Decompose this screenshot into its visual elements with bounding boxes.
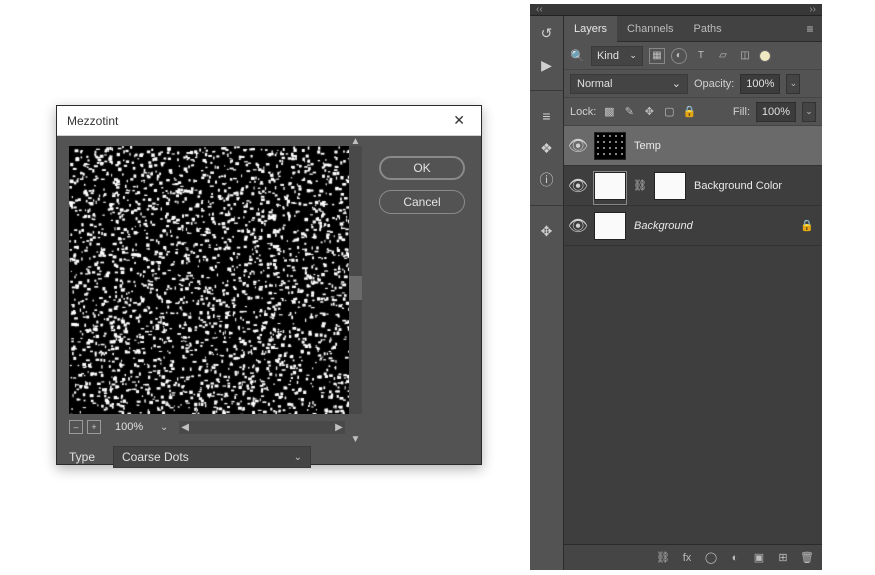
delete-layer-icon[interactable]: 🗑 <box>800 551 814 565</box>
lock-pixels-icon[interactable]: ✎ <box>622 105 636 119</box>
properties-icon[interactable]: ❖ <box>538 139 556 157</box>
lock-artboard-icon[interactable]: ▢ <box>662 105 676 119</box>
dock-collapse-bar[interactable]: ‹‹ ›› <box>530 4 822 16</box>
layers-list: 👁 Temp 👁 ⛓ Background Color 👁 Background… <box>564 126 822 544</box>
layer-row-temp[interactable]: 👁 Temp <box>564 126 822 166</box>
chevron-down-icon: ⌄ <box>629 50 637 61</box>
layer-thumbnail[interactable] <box>594 132 626 160</box>
scroll-down-icon[interactable]: ▼ <box>349 434 362 444</box>
fill-input[interactable]: 100% <box>756 102 796 122</box>
collapse-left-icon[interactable]: ‹‹ <box>536 4 543 15</box>
actions-icon[interactable]: ▶ <box>538 56 556 74</box>
new-adjustment-icon[interactable]: ◐ <box>728 551 742 565</box>
zoom-dropdown-icon[interactable]: ⌄ <box>157 420 171 434</box>
layer-locked-icon: 🔒 <box>800 219 814 232</box>
mezzotint-dialog: Mezzotint ✕ ▲ ▼ – + 100% ⌄ ◀ ▶ <box>56 105 482 465</box>
visibility-eye-icon[interactable]: 👁 <box>570 218 586 234</box>
chevron-down-icon: ⌄ <box>672 77 681 90</box>
blend-mode-value: Normal <box>577 78 612 90</box>
preview-area: ▲ ▼ – + 100% ⌄ ◀ ▶ <box>69 146 349 434</box>
zoom-out-button[interactable]: – <box>69 420 83 434</box>
layer-mask-thumbnail[interactable] <box>654 172 686 200</box>
layer-thumbnail[interactable] <box>594 172 626 200</box>
tool-rail: ↺ ▶ ≡ ❖ ⓘ ✥ <box>530 16 564 570</box>
dialog-title: Mezzotint <box>67 114 118 128</box>
add-mask-icon[interactable]: ◯ <box>704 551 718 565</box>
layers-panel: Layers Channels Paths ≡ 🔍 Kind ⌄ ▦ ◐ T ▱… <box>564 16 822 570</box>
vertical-scroll-thumb[interactable] <box>349 276 362 300</box>
scroll-right-icon[interactable]: ▶ <box>333 421 345 433</box>
cancel-button[interactable]: Cancel <box>379 190 465 214</box>
scroll-up-icon[interactable]: ▲ <box>349 136 362 146</box>
link-layers-icon[interactable]: ⛓ <box>656 551 670 565</box>
zoom-in-button[interactable]: + <box>87 420 101 434</box>
type-select[interactable]: Coarse Dots ⌄ <box>113 446 311 468</box>
layers-panel-footer: ⛓ fx ◯ ◐ ▣ ⊞ 🗑 <box>564 544 822 570</box>
layer-row-background-color[interactable]: 👁 ⛓ Background Color <box>564 166 822 206</box>
type-label: Type <box>69 450 103 464</box>
preview-canvas[interactable] <box>69 146 349 414</box>
scroll-left-icon[interactable]: ◀ <box>179 421 191 433</box>
chevron-down-icon: ⌄ <box>294 452 302 463</box>
lock-all-icon[interactable]: 🔒 <box>682 105 696 119</box>
layer-filter-row: 🔍 Kind ⌄ ▦ ◐ T ▱ ◫ <box>564 42 822 70</box>
layer-thumbnail[interactable] <box>594 212 626 240</box>
close-icon[interactable]: ✕ <box>447 110 471 131</box>
panel-tabs: Layers Channels Paths ≡ <box>564 16 822 42</box>
filter-shape-icon[interactable]: ▱ <box>715 48 731 64</box>
layer-name[interactable]: Temp <box>634 140 816 152</box>
type-value: Coarse Dots <box>122 450 189 464</box>
adjustments-icon[interactable]: ≡ <box>538 107 556 125</box>
new-layer-icon[interactable]: ⊞ <box>776 551 790 565</box>
lock-transparency-icon[interactable]: ▩ <box>602 105 616 119</box>
visibility-eye-icon[interactable]: 👁 <box>570 138 586 154</box>
dialog-titlebar[interactable]: Mezzotint ✕ <box>57 106 481 136</box>
layer-filter-kind-select[interactable]: Kind ⌄ <box>591 46 643 66</box>
layer-row-background[interactable]: 👁 Background 🔒 <box>564 206 822 246</box>
opacity-label: Opacity: <box>694 78 734 90</box>
tab-paths[interactable]: Paths <box>684 16 732 41</box>
new-group-icon[interactable]: ▣ <box>752 551 766 565</box>
ok-button[interactable]: OK <box>379 156 465 180</box>
visibility-eye-icon[interactable]: 👁 <box>570 178 586 194</box>
filter-toggle-icon[interactable] <box>759 50 771 62</box>
lock-position-icon[interactable]: ✥ <box>642 105 656 119</box>
filter-type-icon[interactable]: T <box>693 48 709 64</box>
panel-menu-icon[interactable]: ≡ <box>798 16 822 41</box>
layer-name[interactable]: Background Color <box>694 180 816 192</box>
fill-label: Fill: <box>733 106 750 118</box>
panel-dock: ‹‹ ›› ↺ ▶ ≡ ❖ ⓘ ✥ Layers Channels Paths … <box>530 4 822 570</box>
opacity-input[interactable]: 100% <box>740 74 780 94</box>
collapse-right-icon[interactable]: ›› <box>809 4 816 15</box>
zoom-value: 100% <box>105 421 153 433</box>
blend-mode-select[interactable]: Normal ⌄ <box>570 74 688 94</box>
lock-label: Lock: <box>570 106 596 118</box>
blend-row: Normal ⌄ Opacity: 100% ⌄ <box>564 70 822 98</box>
lock-row: Lock: ▩ ✎ ✥ ▢ 🔒 Fill: 100% ⌄ <box>564 98 822 126</box>
kind-label: Kind <box>597 50 619 62</box>
info-icon[interactable]: ⓘ <box>538 171 556 189</box>
horizontal-scrollbar[interactable]: ◀ ▶ <box>179 421 345 434</box>
tab-channels[interactable]: Channels <box>617 16 683 41</box>
filter-pixel-icon[interactable]: ▦ <box>649 48 665 64</box>
history-icon[interactable]: ↺ <box>538 24 556 42</box>
fill-stepper[interactable]: ⌄ <box>802 102 816 122</box>
layer-style-icon[interactable]: fx <box>680 551 694 565</box>
tab-layers[interactable]: Layers <box>564 16 617 42</box>
opacity-stepper[interactable]: ⌄ <box>786 74 800 94</box>
search-icon: 🔍 <box>570 49 585 63</box>
filter-smartobject-icon[interactable]: ◫ <box>737 48 753 64</box>
clone-source-icon[interactable]: ✥ <box>538 222 556 240</box>
link-mask-icon[interactable]: ⛓ <box>634 174 646 198</box>
layer-name[interactable]: Background <box>634 220 792 232</box>
vertical-scrollbar[interactable] <box>349 146 362 414</box>
filter-adjustment-icon[interactable]: ◐ <box>671 48 687 64</box>
